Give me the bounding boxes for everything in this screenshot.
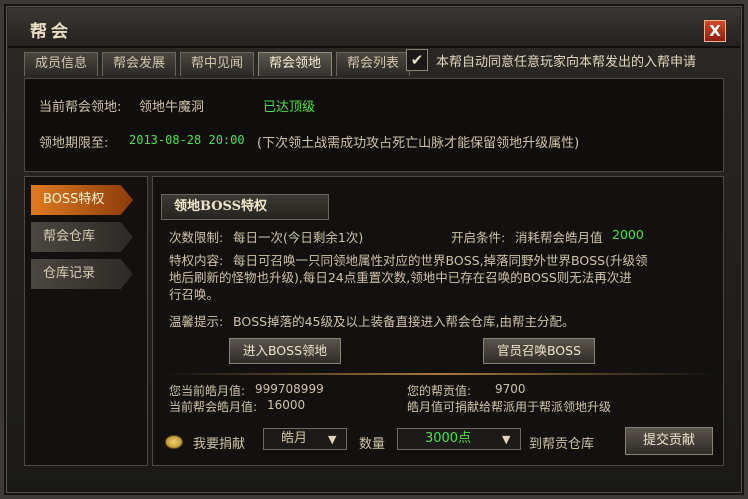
level-status: 已达顶级 [263,100,316,115]
my-moon-value: 999708999 [255,382,324,396]
tip-value: BOSS掉落的45级及以上装备直接进入帮会仓库,由帮主分配。 [233,314,575,329]
expire-date: 2013-08-28 20:00 [129,133,245,147]
divider [165,373,715,375]
side-item-guild-warehouse[interactable]: 帮会仓库 [31,222,133,252]
title-bar: 帮会 X [8,8,740,48]
auto-accept-checkbox[interactable]: ✔ [406,49,428,71]
window-title: 帮会 [30,22,72,42]
chevron-down-icon: ▼ [328,433,337,446]
tab-guild-list[interactable]: 帮会列表 [336,52,410,76]
auto-accept-label: 本帮自动同意任意玩家向本帮发出的入帮申请 [436,55,697,70]
contribution-value: 9700 [495,382,526,396]
donate-label: 我要捐献 [193,437,246,452]
open-condition-amount: 2000 [612,227,644,242]
contribution-label: 您的帮贡值: [407,384,472,398]
expire-label: 领地期限至: [39,136,109,151]
tab-member-info[interactable]: 成员信息 [24,52,98,76]
destination-label: 到帮贡仓库 [529,437,595,452]
territory-info-panel: 当前帮会领地: 领地牛魔洞 已达顶级 领地期限至: 2013-08-28 20:… [24,78,724,172]
limit-value: 每日一次(今日剩余1次) [233,230,364,245]
chevron-down-icon: ▼ [502,433,511,446]
side-menu: BOSS特权 帮会仓库 仓库记录 [24,176,148,466]
open-condition-label: 开启条件: [451,230,506,245]
donate-type-dropdown[interactable]: 皓月 ▼ [263,428,347,450]
tab-guild-territory[interactable]: 帮会领地 [258,52,332,76]
donate-type-value: 皓月 [280,431,307,446]
current-territory-label: 当前帮会领地: [39,100,122,115]
boss-privilege-panel: 领地BOSS特权 次数限制: 每日一次(今日剩余1次) 开启条件: 消耗帮会皓月… [152,176,724,466]
current-territory-value: 领地牛魔洞 [139,100,205,115]
expire-note: (下次领土战需成功攻占死亡山脉才能保留领地升级属性) [257,136,580,151]
quantity-value: 3000点 [424,431,472,446]
my-moon-label: 您当前皓月值: [169,384,246,398]
quantity-dropdown[interactable]: 3000点 ▼ [397,428,521,450]
close-button[interactable]: X [704,20,726,42]
section-title: 领地BOSS特权 [161,194,329,220]
submit-contribution-button[interactable]: 提交贡献 [625,427,713,455]
open-condition-value: 消耗帮会皓月值 [515,230,603,245]
content-line-3: 行召唤。 [169,287,220,302]
enter-boss-territory-button[interactable]: 进入BOSS领地 [229,338,341,364]
content-line-2: 地后刷新的怪物也升级),每日24点重置次数,领地中已存在召唤的BOSS则无法再次… [169,270,632,285]
tab-guild-development[interactable]: 帮会发展 [102,52,176,76]
limit-label: 次数限制: [169,230,224,245]
side-item-warehouse-records[interactable]: 仓库记录 [31,259,133,289]
contribution-note: 皓月值可捐献给帮派用于帮派领地升级 [407,400,612,414]
tip-label: 温馨提示: [169,314,224,329]
guild-moon-label: 当前帮会皓月值: [169,400,258,414]
tab-guild-news[interactable]: 帮中见闻 [180,52,254,76]
guild-moon-value: 16000 [267,398,306,412]
summon-boss-button[interactable]: 官员召唤BOSS [483,338,595,364]
tab-bar: 成员信息 帮会发展 帮中见闻 帮会领地 帮会列表 [24,52,414,76]
side-item-boss-privilege[interactable]: BOSS特权 [31,185,133,215]
coin-icon [165,435,183,449]
quantity-label: 数量 [359,437,386,452]
